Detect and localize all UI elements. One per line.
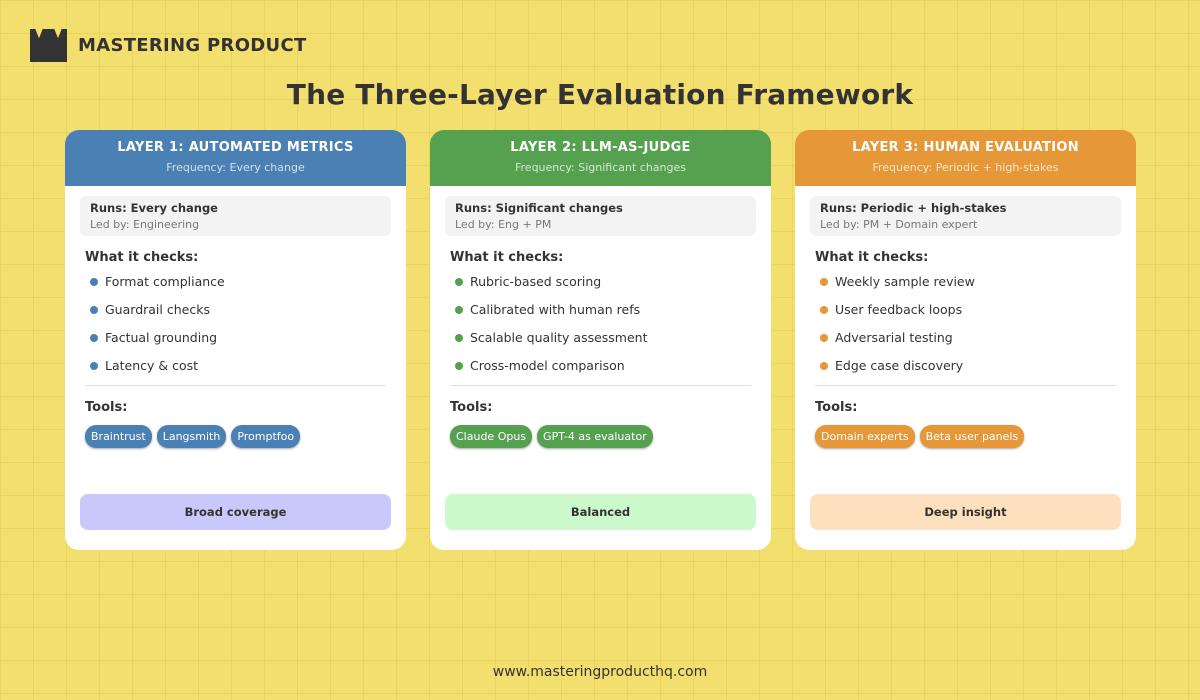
led-by-text: Led by: PM + Domain expert (820, 218, 978, 231)
card-header: LAYER 3: HUMAN EVALUATION Frequency: Per… (795, 130, 1136, 186)
check-item: Scalable quality assessment (455, 328, 771, 356)
check-label: Rubric-based scoring (470, 274, 602, 289)
divider (450, 385, 751, 386)
layer-frequency: Frequency: Every change (166, 161, 305, 174)
card-header: LAYER 2: LLM-AS-JUDGE Frequency: Signifi… (430, 130, 771, 186)
layer-frequency: Frequency: Periodic + high-stakes (872, 161, 1059, 174)
check-item: Factual grounding (90, 328, 406, 356)
check-label: Factual grounding (105, 330, 218, 345)
tool-tag: GPT-4 as evaluator (537, 425, 653, 448)
bullet-icon (90, 362, 98, 370)
check-label: Edge case discovery (835, 358, 964, 373)
divider (815, 385, 1116, 386)
layer-title: LAYER 3: HUMAN EVALUATION (852, 140, 1079, 155)
checks-heading: What it checks: (450, 250, 564, 265)
site-url: www.masteringproducthq.com (492, 664, 708, 680)
check-list: Rubric-based scoring Calibrated with huma… (430, 272, 771, 384)
runs-text: Runs: Significant changes (455, 201, 623, 215)
page-title: The Three-Layer Evaluation Framework (286, 78, 914, 111)
brand: MASTERING PRODUCT (30, 28, 307, 62)
runs-box: Runs: Periodic + high-stakes Led by: PM … (810, 196, 1121, 236)
tools-list: Braintrust Langsmith Promptfoo (85, 425, 406, 448)
tool-tag: Braintrust (85, 425, 152, 448)
check-item: User feedback loops (820, 300, 1136, 328)
layer-frequency: Frequency: Significant changes (515, 161, 686, 174)
check-label: Weekly sample review (835, 274, 975, 289)
layer-cards: LAYER 1: AUTOMATED METRICS Frequency: Ev… (65, 130, 1136, 550)
runs-text: Runs: Every change (90, 201, 218, 215)
tools-heading: Tools: (450, 400, 493, 415)
check-item: Weekly sample review (820, 272, 1136, 300)
tool-tag: Beta user panels (919, 425, 1025, 448)
check-label: Calibrated with human refs (470, 302, 641, 317)
check-item: Cross-model comparison (455, 356, 771, 384)
bullet-icon (455, 334, 463, 342)
bullet-icon (90, 278, 98, 286)
layer-footer: Broad coverage (80, 494, 391, 530)
layer-card: LAYER 1: AUTOMATED METRICS Frequency: Ev… (65, 130, 406, 550)
check-item: Guardrail checks (90, 300, 406, 328)
check-item: Calibrated with human refs (455, 300, 771, 328)
checks-heading: What it checks: (815, 250, 929, 265)
tools-heading: Tools: (815, 400, 858, 415)
check-item: Edge case discovery (820, 356, 1136, 384)
check-item: Adversarial testing (820, 328, 1136, 356)
bullet-icon (820, 306, 828, 314)
card-header: LAYER 1: AUTOMATED METRICS Frequency: Ev… (65, 130, 406, 186)
layer-title: LAYER 2: LLM-AS-JUDGE (510, 140, 691, 155)
bullet-icon (455, 362, 463, 370)
divider (85, 385, 386, 386)
tools-list: Domain experts Beta user panels (815, 425, 1136, 448)
check-item: Rubric-based scoring (455, 272, 771, 300)
layer-footer: Balanced (445, 494, 756, 530)
check-label: Scalable quality assessment (470, 330, 648, 345)
tool-tag: Langsmith (156, 425, 227, 448)
layer-footer: Deep insight (810, 494, 1121, 530)
check-label: Cross-model comparison (470, 358, 625, 373)
checks-heading: What it checks: (85, 250, 199, 265)
tool-tag: Claude Opus (450, 425, 533, 448)
tools-list: Claude Opus GPT-4 as evaluator (450, 425, 771, 448)
check-list: Format compliance Guardrail checks Factual… (65, 272, 406, 384)
bullet-icon (90, 306, 98, 314)
check-label: Latency & cost (105, 358, 199, 373)
check-label: Format compliance (105, 274, 225, 289)
check-label: Guardrail checks (105, 302, 210, 317)
check-label: Adversarial testing (835, 330, 953, 345)
bullet-icon (455, 278, 463, 286)
layer-card: LAYER 2: LLM-AS-JUDGE Frequency: Signifi… (430, 130, 771, 550)
runs-box: Runs: Every change Led by: Engineering (80, 196, 391, 236)
bullet-icon (455, 306, 463, 314)
runs-box: Runs: Significant changes Led by: Eng + … (445, 196, 756, 236)
layer-card: LAYER 3: HUMAN EVALUATION Frequency: Per… (795, 130, 1136, 550)
check-item: Format compliance (90, 272, 406, 300)
runs-text: Runs: Periodic + high-stakes (820, 201, 1007, 215)
check-item: Latency & cost (90, 356, 406, 384)
led-by-text: Led by: Engineering (90, 218, 200, 231)
crown-logo-icon (30, 28, 67, 62)
check-label: User feedback loops (835, 302, 963, 317)
bullet-icon (820, 278, 828, 286)
layer-title: LAYER 1: AUTOMATED METRICS (117, 140, 354, 155)
tool-tag: Promptfoo (231, 425, 301, 448)
tools-heading: Tools: (85, 400, 128, 415)
bullet-icon (820, 362, 828, 370)
tool-tag: Domain experts (815, 425, 915, 448)
brand-name: MASTERING PRODUCT (78, 34, 307, 56)
led-by-text: Led by: Eng + PM (455, 218, 552, 231)
bullet-icon (90, 334, 98, 342)
check-list: Weekly sample review User feedback loops A… (795, 272, 1136, 384)
bullet-icon (820, 334, 828, 342)
